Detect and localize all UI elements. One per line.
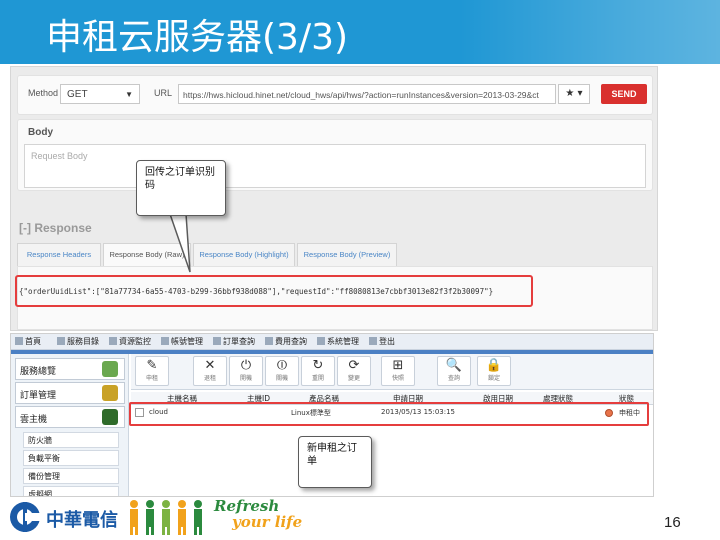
callout-new-order: 新申租之订单 [298,436,372,488]
sidebar-group[interactable]: 服務總覽 [15,358,125,380]
portal-toolbar: ✎ 申租 ✕ 退租 ⏻ 開機 ⏼ 關機 ↻ 重開 ⟳ 變更 ⊞ 快照 🔍 查詢 🔒 鎖定 [131,354,653,390]
sidebar-item[interactable]: 負載平衡 [23,450,119,466]
callout-pointer-top [168,213,191,273]
page-number: 16 [664,514,681,531]
lock-icon: 🔒 [485,358,503,373]
toolbar-button[interactable]: ✎ 申租 [135,356,169,386]
people-logo-icon [130,500,202,535]
folder-icon [102,385,118,401]
delete-icon: ✕ [204,358,216,373]
portal-sidebar: 服務總覽 訂單管理 雲主機 防火牆 負載平衡 備份管理 虛擬網 [11,354,129,496]
menu-item[interactable]: 帳號管理 [161,336,203,347]
restart-icon: ↻ [312,358,324,373]
sidebar-item[interactable]: 備份管理 [23,468,119,484]
catalog-icon [57,337,65,345]
change-icon: ⟳ [348,358,360,373]
search-icon: 🔍 [445,358,463,373]
billing-icon [265,337,273,345]
sidebar-item[interactable]: 防火牆 [23,432,119,448]
sidebar-group[interactable]: 訂單管理 [15,382,125,404]
toolbar-button[interactable]: 🔒 鎖定 [477,356,511,386]
menu-item[interactable]: 費用查詢 [265,336,307,347]
toolbar-button[interactable]: ⟳ 變更 [337,356,371,386]
menu-item[interactable]: 資源監控 [109,336,151,347]
order-icon [213,337,221,345]
portal-menubar: 首頁 服務目錄 資源監控 帳號管理 訂單查詢 費用查詢 系統管理 登出 [11,334,653,350]
toolbar-button[interactable]: ↻ 重開 [301,356,335,386]
cht-logo-icon [10,502,40,532]
company-name: 中華電信 [46,510,118,531]
highlight-box-order-row [129,402,649,426]
monitor-icon [109,337,117,345]
toolbar-button[interactable]: ⊞ 快照 [381,356,415,386]
logout-icon [369,337,377,345]
callout-order-id: 回传之订单识别码 [136,160,226,216]
toolbar-button[interactable]: ⏻ 開機 [229,356,263,386]
slogan-your-life: your life [232,513,303,531]
edit-icon: ✎ [146,358,158,373]
shutdown-icon: ⏼ [276,358,288,373]
server-icon [102,409,118,425]
box-icon [102,361,118,377]
menu-item[interactable]: 系統管理 [317,336,359,347]
sidebar-group[interactable]: 雲主機 [15,406,125,428]
system-icon [317,337,325,345]
menu-item[interactable]: 訂單查詢 [213,336,255,347]
menu-item[interactable]: 首頁 [15,336,41,347]
power-icon: ⏻ [240,358,252,373]
home-icon [15,337,23,345]
menu-item[interactable]: 登出 [369,336,395,347]
sidebar-item[interactable]: 虛擬網 [23,486,119,496]
account-icon [161,337,169,345]
toolbar-button[interactable]: ⏼ 關機 [265,356,299,386]
toolbar-button[interactable]: 🔍 查詢 [437,356,471,386]
snapshot-icon: ⊞ [392,358,404,373]
toolbar-button[interactable]: ✕ 退租 [193,356,227,386]
menu-item[interactable]: 服務目錄 [57,336,99,347]
